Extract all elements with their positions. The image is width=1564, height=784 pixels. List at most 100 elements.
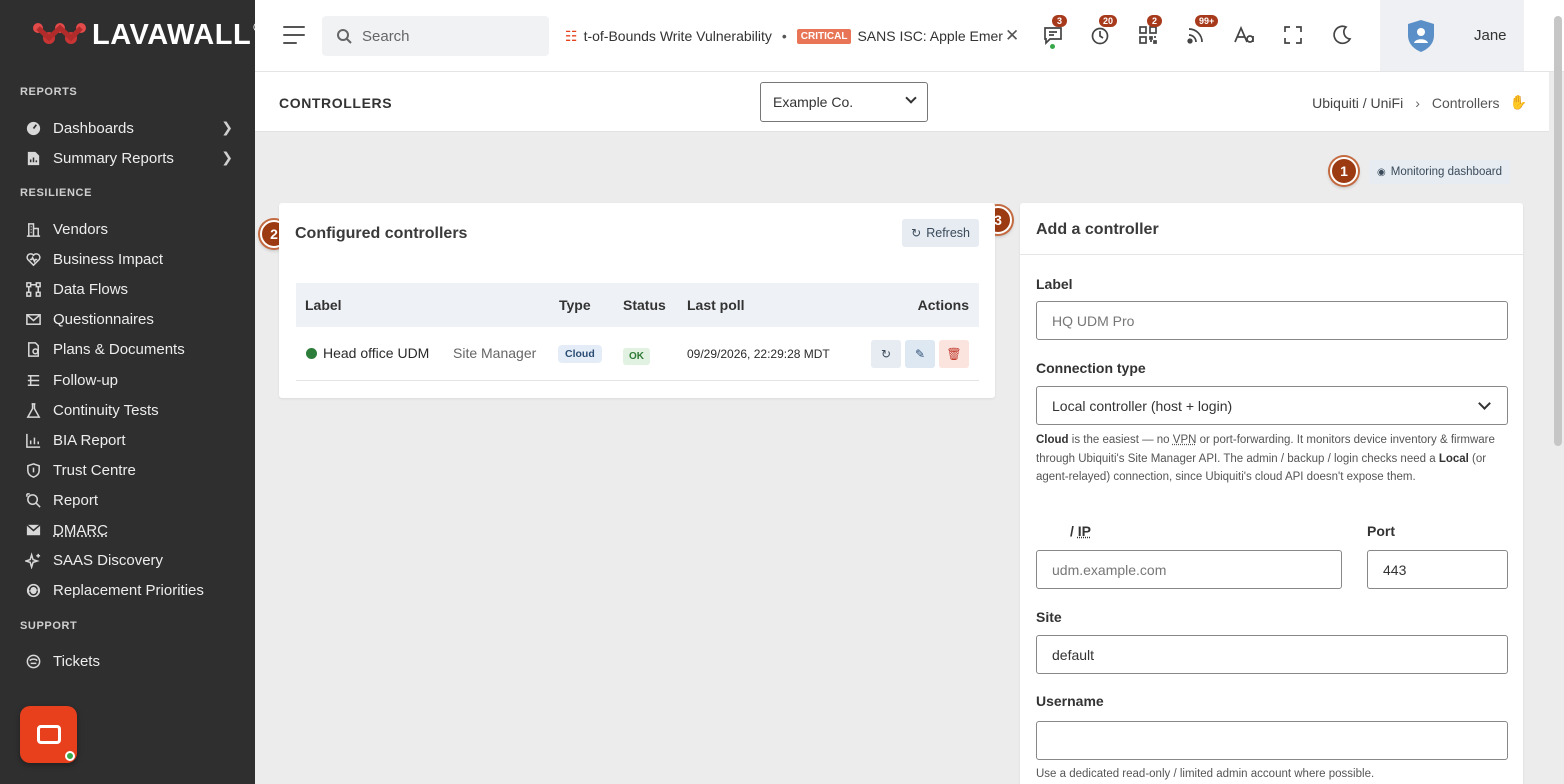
column-header-type[interactable]: Type <box>559 297 591 313</box>
sidebar-item-label: SAAS Discovery <box>53 552 163 569</box>
brand-logo[interactable]: LAVAWALL® <box>32 18 264 52</box>
column-header-last-poll[interactable]: Last poll <box>687 297 745 313</box>
table-row: Head office UDM Site Manager Cloud OK 09… <box>296 327 979 381</box>
menu-toggle-icon[interactable] <box>283 26 305 50</box>
notification-badge: 2 <box>1147 15 1162 27</box>
sidebar-item-label: Business Impact <box>53 251 163 268</box>
close-ticker-icon[interactable]: ✕ <box>1005 26 1019 46</box>
company-select[interactable]: Example Co. <box>760 82 928 122</box>
sidebar-item-data-flows[interactable]: Data Flows <box>24 276 239 302</box>
sync-icon: ↻ <box>881 347 891 361</box>
username-input[interactable] <box>1036 721 1508 760</box>
column-header-actions: Actions <box>918 297 969 313</box>
envelope-check-icon <box>24 521 42 539</box>
configured-controllers-card: Configured controllers ↻ Refresh Label T… <box>279 203 995 398</box>
dark-mode-button[interactable] <box>1331 24 1355 48</box>
breadcrumb-parent[interactable]: Ubiquiti / UniFi <box>1312 95 1403 111</box>
poll-button[interactable]: ↻ <box>871 340 901 368</box>
sidebar-item-trust-centre[interactable]: Trust Centre <box>24 457 239 483</box>
sidebar-item-label: Report <box>53 492 98 509</box>
host-input[interactable]: udm.example.com <box>1036 550 1342 589</box>
sidebar-item-dashboards[interactable]: Dashboards ❯ <box>24 115 239 141</box>
section-title-support: SUPPORT <box>20 620 77 632</box>
fullscreen-icon <box>1282 24 1304 46</box>
document-icon <box>24 340 42 358</box>
sidebar-item-label: Replacement Priorities <box>53 582 204 599</box>
sidebar-item-bia-report[interactable]: BIA Report <box>24 427 239 453</box>
notification-badge: 3 <box>1052 15 1067 27</box>
scan-button[interactable]: 2 <box>1137 24 1161 48</box>
username-field-label: Username <box>1036 693 1104 709</box>
chat-button[interactable] <box>20 706 77 763</box>
online-status-dot <box>65 751 75 761</box>
user-shield-avatar-icon <box>1406 19 1436 53</box>
alerts-button[interactable]: 20 <box>1089 24 1113 48</box>
messages-button[interactable]: 3 <box>1042 24 1066 48</box>
section-title-resilience: RESILIENCE <box>20 187 92 199</box>
sidebar-item-plans-documents[interactable]: Plans & Documents <box>24 336 239 362</box>
sidebar-item-label: BIA Report <box>53 432 126 449</box>
refresh-icon: ↻ <box>911 226 921 240</box>
font-size-button[interactable] <box>1233 24 1257 48</box>
connection-type-value: Local controller (host + login) <box>1052 398 1232 414</box>
news-ticker[interactable]: ☷ t-of-Bounds Write Vulnerability • CRIT… <box>565 24 1020 48</box>
brand-name: LAVAWALL <box>92 19 251 51</box>
label-input[interactable]: HQ UDM Pro <box>1036 301 1508 340</box>
sidebar-item-vendors[interactable]: Vendors <box>24 216 239 242</box>
search-placeholder: Search <box>362 28 410 45</box>
column-header-label[interactable]: Label <box>305 297 342 313</box>
ticket-icon <box>24 652 42 670</box>
company-select-value: Example Co. <box>773 94 853 110</box>
rss-feed-icon <box>1185 24 1207 46</box>
rss-icon: ☷ <box>565 28 578 45</box>
ticker-item[interactable]: t-of-Bounds Write Vulnerability <box>584 28 772 44</box>
column-header-status[interactable]: Status <box>623 297 666 313</box>
chevron-right-icon: ❯ <box>221 119 233 136</box>
sidebar-item-label: Follow-up <box>53 372 118 389</box>
page-scrollbar[interactable] <box>1554 16 1562 446</box>
delete-button[interactable]: 🗑︎ <box>939 340 969 368</box>
font-size-icon <box>1233 24 1255 46</box>
refresh-button[interactable]: ↻ Refresh <box>902 219 979 247</box>
feeds-button[interactable]: 99+ <box>1185 24 1209 48</box>
sidebar-item-report[interactable]: Report <box>24 487 239 513</box>
site-input[interactable]: default <box>1036 635 1508 674</box>
type-badge: Cloud <box>558 344 602 360</box>
sidebar-item-continuity-tests[interactable]: Continuity Tests <box>24 397 239 423</box>
critical-badge: CRITICAL <box>797 29 852 44</box>
last-poll-value: 09/29/2026, 22:29:28 MDT <box>687 347 830 361</box>
online-dot <box>1049 43 1056 50</box>
notification-badge: 99+ <box>1195 15 1218 27</box>
sidebar-item-saas-discovery[interactable]: SAAS Discovery <box>24 547 239 573</box>
connection-type-select[interactable]: Local controller (host + login) <box>1036 386 1508 425</box>
flow-icon <box>24 280 42 298</box>
sidebar-item-tickets[interactable]: Tickets <box>24 648 239 674</box>
monitoring-dashboard-label: Monitoring dashboard <box>1391 166 1502 178</box>
controllers-table: Label Type Status Last poll Actions Head… <box>296 283 979 381</box>
connection-type-label: Connection type <box>1036 360 1146 376</box>
flask-icon <box>24 401 42 419</box>
hand-pointer-icon: ✋ <box>1510 94 1527 111</box>
sidebar-item-follow-up[interactable]: Follow-up <box>24 367 239 393</box>
sidebar-item-label: Continuity Tests <box>53 402 159 419</box>
user-menu[interactable]: Jane <box>1380 0 1524 71</box>
sidebar-item-label: DMARC <box>53 522 108 539</box>
section-title-reports: REPORTS <box>20 86 77 98</box>
sidebar-item-dmarc[interactable]: DMARC <box>24 517 239 543</box>
search-input[interactable]: Search <box>322 16 549 56</box>
edit-button[interactable]: ✎ <box>905 340 935 368</box>
sidebar-item-summary-reports[interactable]: Summary Reports ❯ <box>24 145 239 171</box>
sidebar-item-replacement-priorities[interactable]: Replacement Priorities <box>24 577 239 603</box>
port-input[interactable]: 443 <box>1367 550 1508 589</box>
chevron-down-icon <box>1478 397 1491 410</box>
table-header: Label Type Status Last poll Actions <box>296 283 979 327</box>
chevron-down-icon <box>905 92 916 103</box>
fullscreen-button[interactable] <box>1282 24 1306 48</box>
trash-icon: 🗑︎ <box>946 347 961 361</box>
monitoring-dashboard-button[interactable]: ◉ Monitoring dashboard <box>1369 160 1510 184</box>
sidebar-item-questionnaires[interactable]: Questionnaires <box>24 306 239 332</box>
chevron-right-icon: ❯ <box>221 149 233 166</box>
sparkle-icon <box>24 551 42 569</box>
ticker-item[interactable]: SANS ISC: Apple Emer <box>857 28 1003 44</box>
sidebar-item-business-impact[interactable]: Business Impact <box>24 246 239 272</box>
